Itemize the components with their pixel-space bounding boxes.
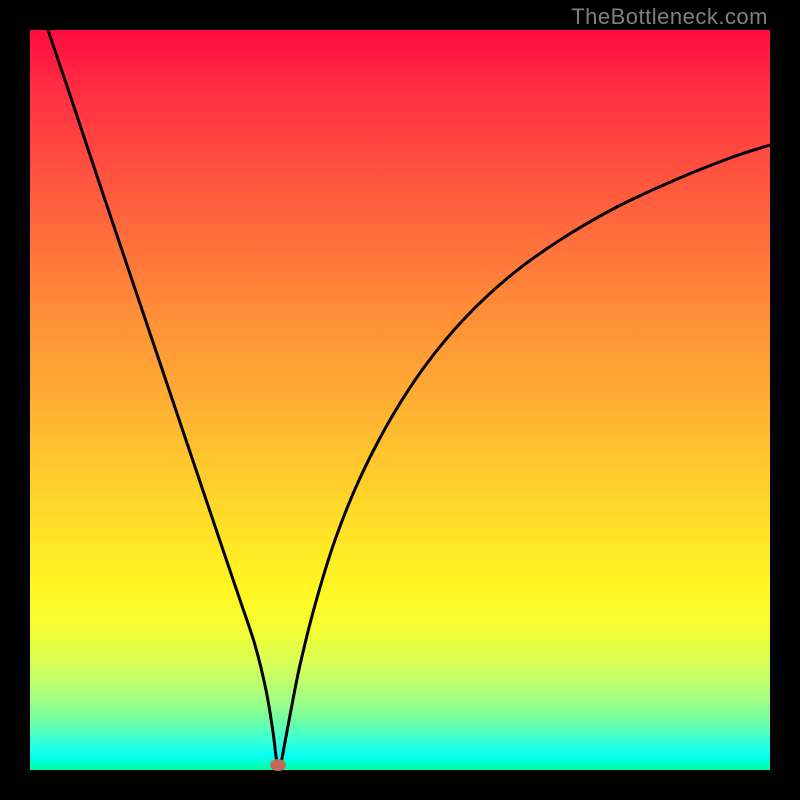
bottleneck-curve — [48, 30, 770, 765]
min-marker — [270, 759, 286, 771]
chart-container: TheBottleneck.com — [0, 0, 800, 800]
chart-overlay — [30, 30, 770, 770]
watermark-text: TheBottleneck.com — [571, 4, 768, 30]
